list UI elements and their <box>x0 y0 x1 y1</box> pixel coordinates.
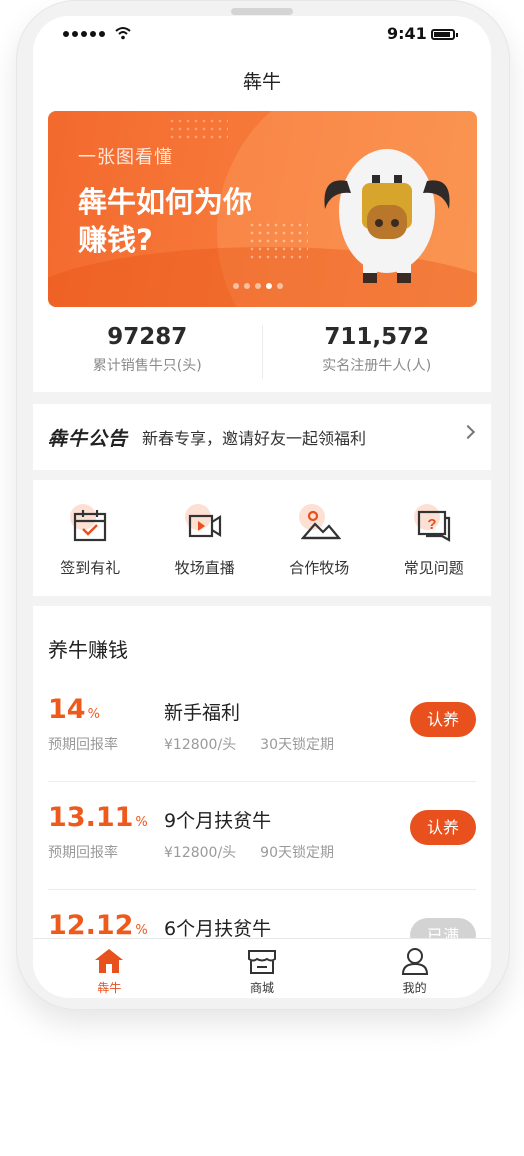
product-lock-period: 90天锁定期 <box>260 845 334 861</box>
rate-unit: % <box>135 815 148 830</box>
rate-label: 预期回报率 <box>48 845 118 861</box>
rate-unit: % <box>135 923 148 938</box>
stat-sold-cattle: 97287 累计销售牛只(头) <box>33 322 262 382</box>
calendar-check-icon <box>68 504 112 548</box>
entry-faq[interactable]: ? 常见问题 <box>377 480 492 596</box>
adopt-button[interactable]: 认养 <box>410 810 476 845</box>
tab-label: 商城 <box>250 981 275 995</box>
chevron-right-icon <box>460 424 476 440</box>
pagination-dot[interactable] <box>233 283 239 289</box>
product-item[interactable]: 14% 预期回报率 新手福利 ¥12800/头 30天锁定期 认养 <box>48 674 476 782</box>
product-name: 9个月扶贫牛 <box>164 810 272 832</box>
stats-row: 97287 累计销售牛只(头) 711,572 实名注册牛人(人) <box>33 322 491 382</box>
entry-label: 常见问题 <box>403 559 464 577</box>
pagination-dot[interactable] <box>255 283 261 289</box>
expected-rate: 13.11% <box>48 802 148 833</box>
adopt-button[interactable]: 认养 <box>410 702 476 737</box>
expected-rate: 14% <box>48 694 100 725</box>
pagination-dot[interactable] <box>266 283 272 289</box>
stat-label: 累计销售牛只(头) <box>92 358 202 374</box>
bull-illustration <box>324 149 450 283</box>
phone-speaker <box>231 8 293 15</box>
tab-label: 犇牛 <box>97 981 122 995</box>
announcement-bar[interactable]: 犇牛公告 新春专享，邀请好友一起领福利 <box>33 404 491 470</box>
svg-text:?: ? <box>427 516 436 533</box>
phone-frame: 9:41 犇牛 一张图看懂 犇牛如何为你 赚钱? 97287 累计销售牛只(头)… <box>16 0 510 1010</box>
banner-dot-pattern <box>168 117 228 139</box>
products-section: 养牛赚钱 14% 预期回报率 新手福利 ¥12800/头 30天锁定期 认养 13… <box>33 606 491 953</box>
entry-live[interactable]: 牧场直播 <box>148 480 263 596</box>
banner-pagination[interactable] <box>233 283 283 289</box>
product-meta: ¥12800/头 90天锁定期 <box>164 842 358 862</box>
product-meta: ¥12800/头 30天锁定期 <box>164 734 358 754</box>
promo-banner[interactable]: 一张图看懂 犇牛如何为你 赚钱? <box>48 111 477 307</box>
rate-value: 13.11 <box>48 802 134 833</box>
banner-subtitle: 一张图看懂 <box>78 147 173 168</box>
tab-profile[interactable]: 我的 <box>338 939 491 998</box>
stat-registered-users: 711,572 实名注册牛人(人) <box>263 322 492 382</box>
expected-rate: 12.12% <box>48 910 148 941</box>
product-price: ¥12800/头 <box>164 845 237 861</box>
store-icon <box>248 950 276 974</box>
banner-headline-line1: 犇牛如何为你 <box>78 185 253 219</box>
entry-label: 签到有礼 <box>60 559 121 577</box>
mountain-pin-icon <box>297 504 342 548</box>
product-lock-period: 30天锁定期 <box>260 737 334 753</box>
announcement-tag: 犇牛公告 <box>48 427 129 450</box>
rate-value: 12.12 <box>48 910 134 941</box>
tab-store[interactable]: 商城 <box>186 939 339 998</box>
announcement-message: 新春专享，邀请好友一起领福利 <box>142 429 367 448</box>
rate-value: 14 <box>48 694 86 725</box>
nav-bar: 犇牛 <box>33 56 491 108</box>
status-time: 9:41 <box>387 24 427 43</box>
stat-label: 实名注册牛人(人) <box>322 358 432 374</box>
video-camera-icon <box>183 504 227 548</box>
battery-icon <box>431 29 458 40</box>
user-icon <box>401 948 428 975</box>
tab-label: 我的 <box>402 981 427 995</box>
pagination-dot[interactable] <box>244 283 250 289</box>
pagination-dot[interactable] <box>277 283 283 289</box>
tab-home[interactable]: 犇牛 <box>33 939 186 998</box>
entry-label: 合作牧场 <box>289 559 350 577</box>
status-bar: 9:41 <box>33 16 491 56</box>
page-title: 犇牛 <box>242 71 281 93</box>
wifi-icon <box>115 27 131 40</box>
banner-headline: 犇牛如何为你 赚钱? <box>78 183 308 259</box>
rate-label: 预期回报率 <box>48 737 118 753</box>
question-chat-icon: ? <box>412 504 456 548</box>
stat-value: 97287 <box>107 324 188 350</box>
entry-ranch[interactable]: 合作牧场 <box>262 480 377 596</box>
signal-icon <box>63 31 105 37</box>
entry-label: 牧场直播 <box>174 559 235 577</box>
quick-entries: 签到有礼 牧场直播 合作牧场 ? 常见问题 <box>33 480 491 596</box>
home-icon <box>95 949 124 973</box>
tab-bar: 犇牛 商城 我的 <box>33 938 491 998</box>
product-name: 新手福利 <box>164 702 241 724</box>
entry-checkin[interactable]: 签到有礼 <box>33 480 148 596</box>
banner-headline-line2: 赚钱? <box>78 223 153 257</box>
section-title: 养牛赚钱 <box>48 638 128 662</box>
rate-unit: % <box>87 707 100 722</box>
product-name: 6个月扶贫牛 <box>164 918 272 940</box>
stat-value: 711,572 <box>324 324 430 350</box>
phone-screen: 9:41 犇牛 一张图看懂 犇牛如何为你 赚钱? 97287 累计销售牛只(头)… <box>33 16 491 998</box>
product-item[interactable]: 13.11% 预期回报率 9个月扶贫牛 ¥12800/头 90天锁定期 认养 <box>48 782 476 890</box>
product-price: ¥12800/头 <box>164 737 237 753</box>
top-card: 一张图看懂 犇牛如何为你 赚钱? 97287 累计销售牛只(头) 711,572… <box>33 108 491 392</box>
